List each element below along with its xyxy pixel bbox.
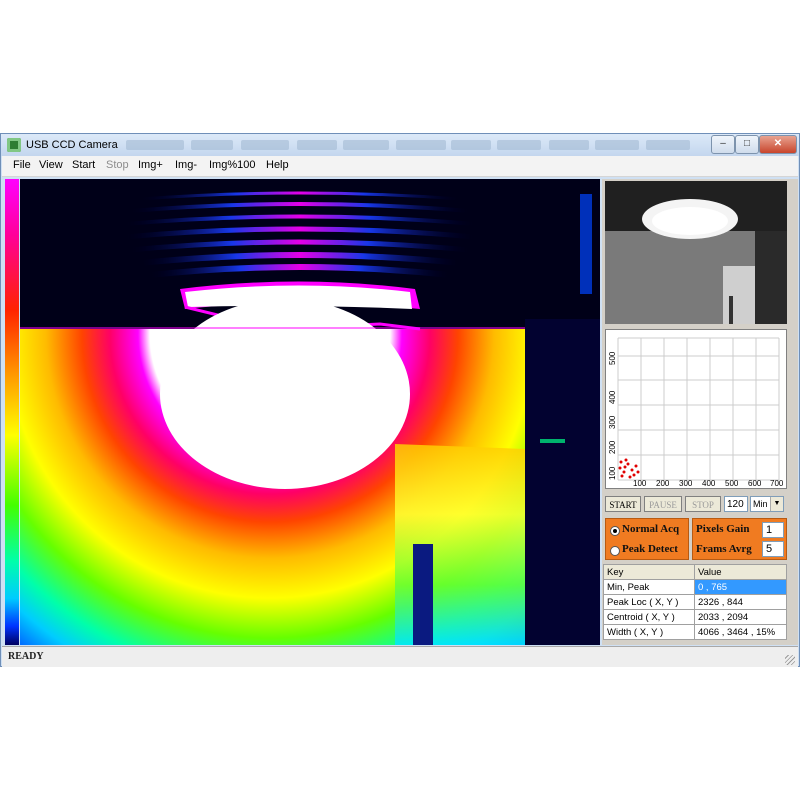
frames-average-input[interactable]: 5 (762, 541, 784, 557)
resize-grip-icon[interactable] (785, 655, 795, 665)
y-tick-label: 200 (608, 440, 617, 454)
menu-img-100[interactable]: Img%100 (209, 159, 255, 171)
status-text: READY (8, 651, 44, 662)
thumbnail-render (605, 181, 787, 324)
x-tick-label: 300 (679, 479, 693, 488)
table-row[interactable]: Peak Loc ( X, Y ) 2326 , 844 (603, 594, 787, 610)
pixels-gain-label: Pixels Gain (696, 523, 750, 535)
normal-acq-label[interactable]: Normal Acq (622, 523, 679, 535)
blurred-taskbar-text (595, 140, 639, 150)
menu-stop[interactable]: Stop (106, 159, 129, 171)
menu-bar: File View Start Stop Img+ Img- Img%100 H… (2, 156, 798, 177)
camera-image-render (20, 179, 600, 645)
row-key: Centroid ( X, Y ) (603, 609, 695, 625)
blurred-taskbar-text (126, 140, 184, 150)
row-value[interactable]: 2326 , 844 (694, 594, 787, 610)
menu-img-minus[interactable]: Img- (175, 159, 197, 171)
menu-help[interactable]: Help (266, 159, 289, 171)
row-value[interactable]: 2033 , 2094 (694, 609, 787, 625)
row-value[interactable]: 4066 , 3464 , 15% (694, 624, 787, 640)
normal-acq-radio[interactable] (610, 526, 620, 536)
x-tick-label: 200 (656, 479, 670, 488)
pixels-gain-input[interactable]: 1 (762, 522, 784, 538)
blurred-taskbar-text (646, 140, 690, 150)
status-bar: READY (2, 646, 798, 667)
blurred-taskbar-text (451, 140, 491, 150)
y-tick-label: 500 (608, 351, 617, 365)
color-scale-bar (5, 179, 19, 645)
blurred-taskbar-text (343, 140, 389, 150)
acquisition-settings-group: Pixels Gain 1 Frams Avrg 5 (692, 518, 787, 560)
title-bar[interactable]: USB CCD Camera – □ ✕ (1, 134, 799, 156)
acquisition-mode-group: Normal Acq Peak Detect (605, 518, 689, 560)
x-tick-label: 500 (725, 479, 739, 488)
app-window: USB CCD Camera – □ ✕ File View Start Sto… (0, 133, 800, 667)
row-key: Width ( X, Y ) (603, 624, 695, 640)
x-tick-label: 400 (702, 479, 716, 488)
blurred-taskbar-text (297, 140, 337, 150)
blurred-taskbar-text (497, 140, 541, 150)
blurred-taskbar-text (396, 140, 446, 150)
start-button[interactable]: START (605, 496, 641, 512)
unit-select-value: Min (753, 499, 768, 509)
blurred-taskbar-text (241, 140, 289, 150)
table-row[interactable]: Min, Peak 0 , 765 (603, 579, 787, 595)
scatter-plot[interactable]: 100 200 300 400 500 100 200 300 400 500 … (605, 329, 787, 489)
results-table: Key Value Min, Peak 0 , 765 Peak Loc ( X… (603, 564, 787, 640)
x-tick-label: 700 (770, 479, 784, 488)
blurred-taskbar-text (549, 140, 589, 150)
row-key: Peak Loc ( X, Y ) (603, 594, 695, 610)
close-icon: ✕ (773, 138, 783, 149)
chevron-down-icon: ▼ (770, 497, 783, 511)
stop-button[interactable]: STOP (685, 496, 721, 512)
table-row[interactable]: Centroid ( X, Y ) 2033 , 2094 (603, 609, 787, 625)
y-tick-label: 400 (608, 390, 617, 404)
menu-view[interactable]: View (39, 159, 63, 171)
camera-thumbnail[interactable] (605, 181, 787, 324)
table-row[interactable]: Width ( X, Y ) 4066 , 3464 , 15% (603, 624, 787, 640)
row-key: Min, Peak (603, 579, 695, 595)
camera-app-icon (7, 138, 21, 152)
plot-canvas (617, 337, 780, 481)
menu-start[interactable]: Start (72, 159, 95, 171)
window-title: USB CCD Camera (26, 139, 118, 151)
frames-average-label: Frams Avrg (696, 543, 752, 555)
table-header-row: Key Value (603, 564, 787, 580)
peak-detect-radio[interactable] (610, 546, 620, 556)
false-color-camera-image[interactable] (20, 179, 600, 645)
column-header-key: Key (603, 564, 695, 580)
blurred-taskbar-text (191, 140, 233, 150)
maximize-icon: □ (743, 138, 751, 149)
row-value[interactable]: 0 , 765 (694, 579, 787, 595)
column-header-value: Value (694, 564, 787, 580)
minimize-button[interactable]: – (711, 135, 735, 154)
menu-file[interactable]: File (13, 159, 31, 171)
y-tick-label: 100 (608, 466, 617, 480)
pause-button[interactable]: PAUSE (644, 496, 682, 512)
interval-input[interactable]: 120 (724, 496, 748, 512)
peak-detect-label[interactable]: Peak Detect (622, 543, 678, 555)
maximize-button[interactable]: □ (735, 135, 759, 154)
minimize-icon: – (720, 138, 726, 149)
close-button[interactable]: ✕ (759, 135, 797, 154)
x-tick-label: 600 (748, 479, 762, 488)
menu-img-plus[interactable]: Img+ (138, 159, 163, 171)
x-tick-label: 100 (633, 479, 647, 488)
unit-select[interactable]: Min ▼ (750, 496, 784, 512)
y-tick-label: 300 (608, 415, 617, 429)
